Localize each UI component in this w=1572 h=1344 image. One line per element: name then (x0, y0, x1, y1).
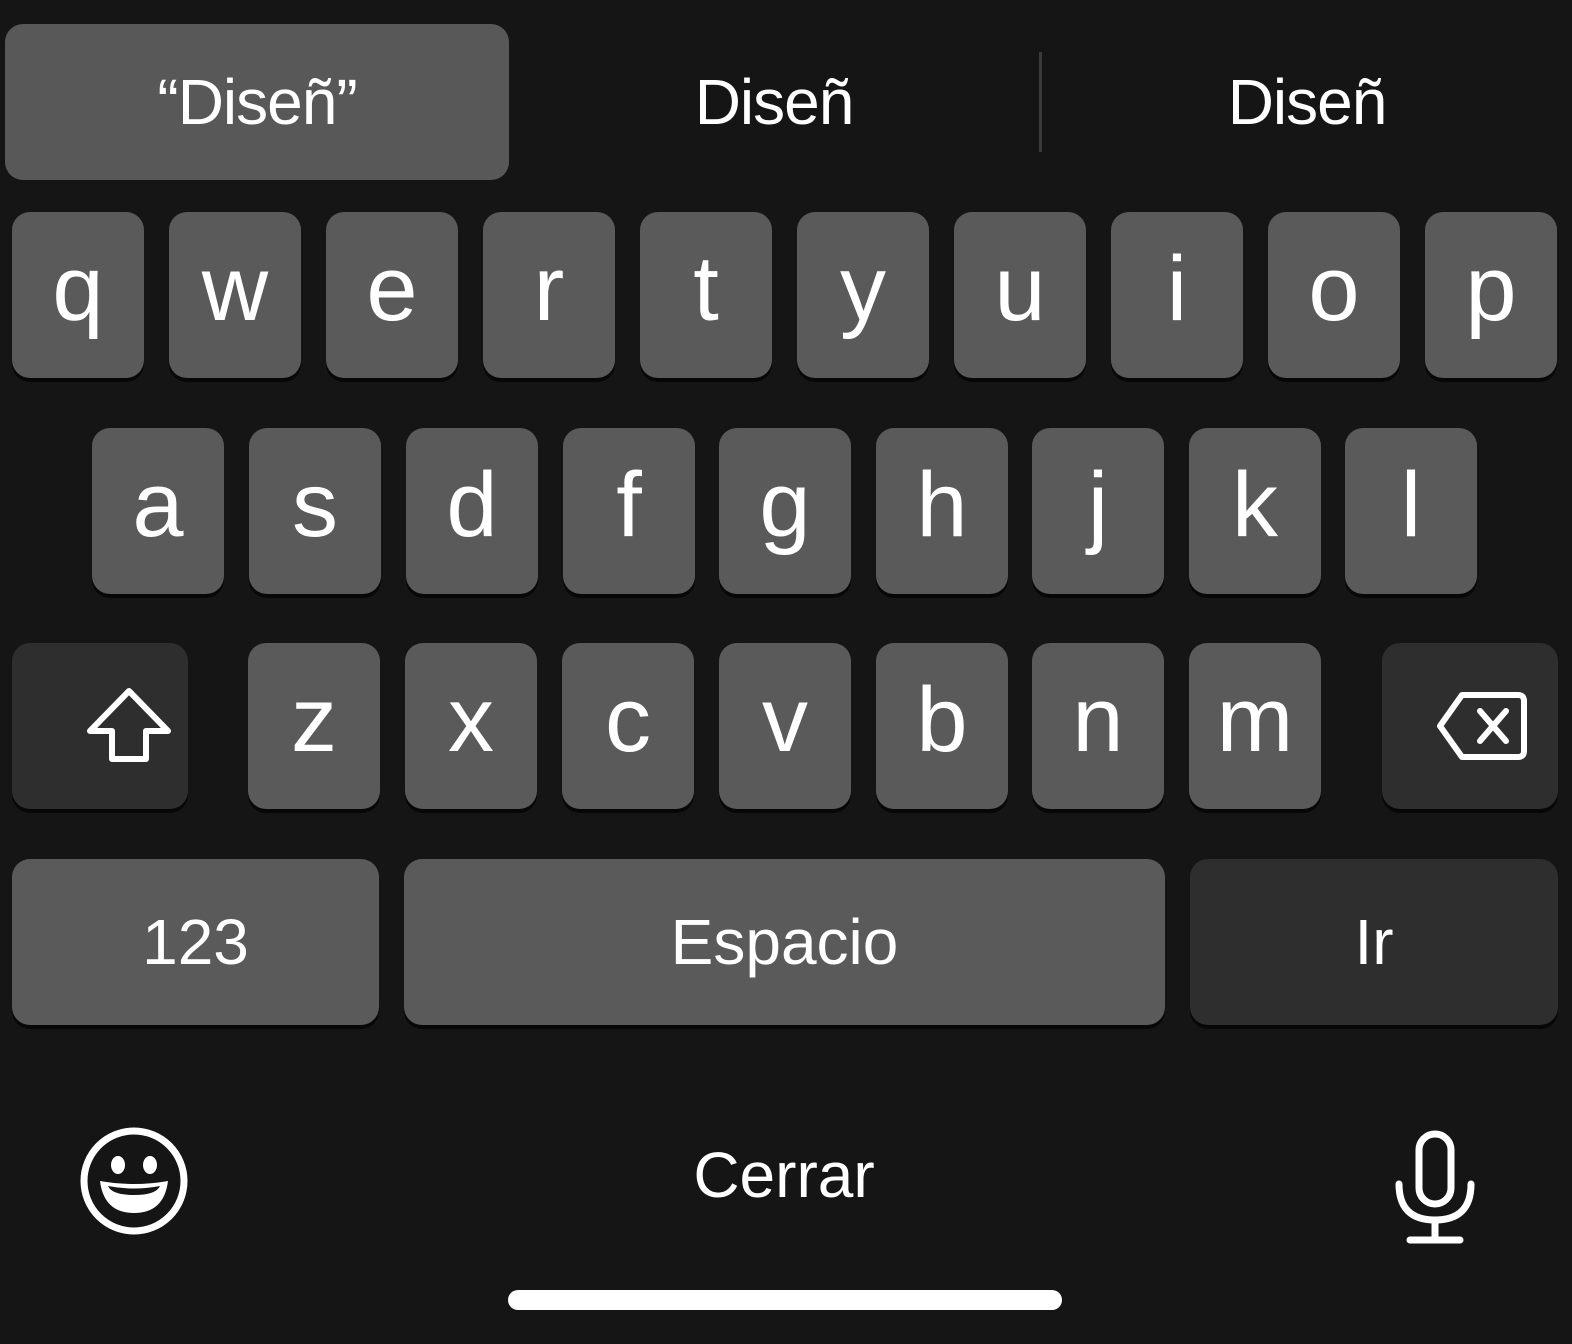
prediction-quoted-label: “Diseñ” (157, 66, 357, 138)
key-f[interactable]: f (563, 428, 695, 594)
key-w[interactable]: w (169, 212, 301, 378)
emoji-button[interactable] (78, 1125, 190, 1237)
close-keyboard-button[interactable]: Cerrar (584, 1125, 984, 1225)
space-key[interactable]: Espacio (404, 859, 1165, 1025)
key-z[interactable]: z (248, 643, 380, 809)
key-u[interactable]: u (954, 212, 1086, 378)
key-label: v (762, 669, 808, 771)
key-label: p (1465, 238, 1517, 340)
key-q[interactable]: q (12, 212, 144, 378)
key-label: o (1308, 238, 1360, 340)
key-label: e (366, 238, 418, 340)
microphone-icon (1395, 1130, 1475, 1244)
key-label: m (1216, 669, 1294, 771)
key-b[interactable]: b (876, 643, 1008, 809)
close-keyboard-label: Cerrar (693, 1139, 875, 1211)
go-key[interactable]: Ir (1190, 859, 1558, 1025)
key-x[interactable]: x (405, 643, 537, 809)
key-label: f (616, 454, 642, 556)
key-c[interactable]: c (562, 643, 694, 809)
delete-icon (1437, 692, 1527, 760)
key-label: k (1232, 454, 1278, 556)
key-a[interactable]: a (92, 428, 224, 594)
prediction-third[interactable]: Diseñ (1042, 24, 1572, 180)
key-e[interactable]: e (326, 212, 458, 378)
key-label: i (1166, 238, 1188, 340)
key-j[interactable]: j (1032, 428, 1164, 594)
shift-icon (87, 688, 171, 762)
key-label: q (52, 238, 104, 340)
key-t[interactable]: t (640, 212, 772, 378)
prediction-second[interactable]: Diseñ (509, 24, 1039, 180)
key-p[interactable]: p (1425, 212, 1557, 378)
delete-key[interactable] (1382, 643, 1558, 809)
space-key-label: Espacio (670, 906, 899, 978)
key-d[interactable]: d (406, 428, 538, 594)
numbers-key-label: 123 (142, 906, 249, 978)
prediction-quoted[interactable]: “Diseñ” (5, 24, 509, 180)
key-label: w (201, 238, 269, 340)
emoji-icon (80, 1127, 188, 1235)
key-i[interactable]: i (1111, 212, 1243, 378)
key-label: l (1400, 454, 1422, 556)
key-label: s (292, 454, 338, 556)
key-label: a (132, 454, 184, 556)
key-o[interactable]: o (1268, 212, 1400, 378)
key-label: g (759, 454, 811, 556)
key-label: r (533, 238, 565, 340)
key-label: j (1087, 454, 1109, 556)
key-g[interactable]: g (719, 428, 851, 594)
go-key-label: Ir (1354, 906, 1394, 978)
prediction-second-label: Diseñ (694, 66, 855, 138)
key-label: t (693, 238, 719, 340)
key-label: n (1072, 669, 1124, 771)
key-label: d (446, 454, 498, 556)
key-v[interactable]: v (719, 643, 851, 809)
key-s[interactable]: s (249, 428, 381, 594)
key-l[interactable]: l (1345, 428, 1477, 594)
key-label: b (916, 669, 968, 771)
key-y[interactable]: y (797, 212, 929, 378)
dictation-button[interactable] (1390, 1128, 1480, 1248)
key-label: z (291, 669, 337, 771)
key-label: y (840, 238, 886, 340)
key-m[interactable]: m (1189, 643, 1321, 809)
key-label: c (605, 669, 651, 771)
key-h[interactable]: h (876, 428, 1008, 594)
key-r[interactable]: r (483, 212, 615, 378)
numbers-key[interactable]: 123 (12, 859, 379, 1025)
key-label: u (994, 238, 1046, 340)
key-n[interactable]: n (1032, 643, 1164, 809)
prediction-third-label: Diseñ (1227, 66, 1388, 138)
key-label: h (916, 454, 968, 556)
shift-key[interactable] (12, 643, 188, 809)
key-k[interactable]: k (1189, 428, 1321, 594)
home-indicator[interactable] (508, 1290, 1062, 1310)
key-label: x (448, 669, 494, 771)
